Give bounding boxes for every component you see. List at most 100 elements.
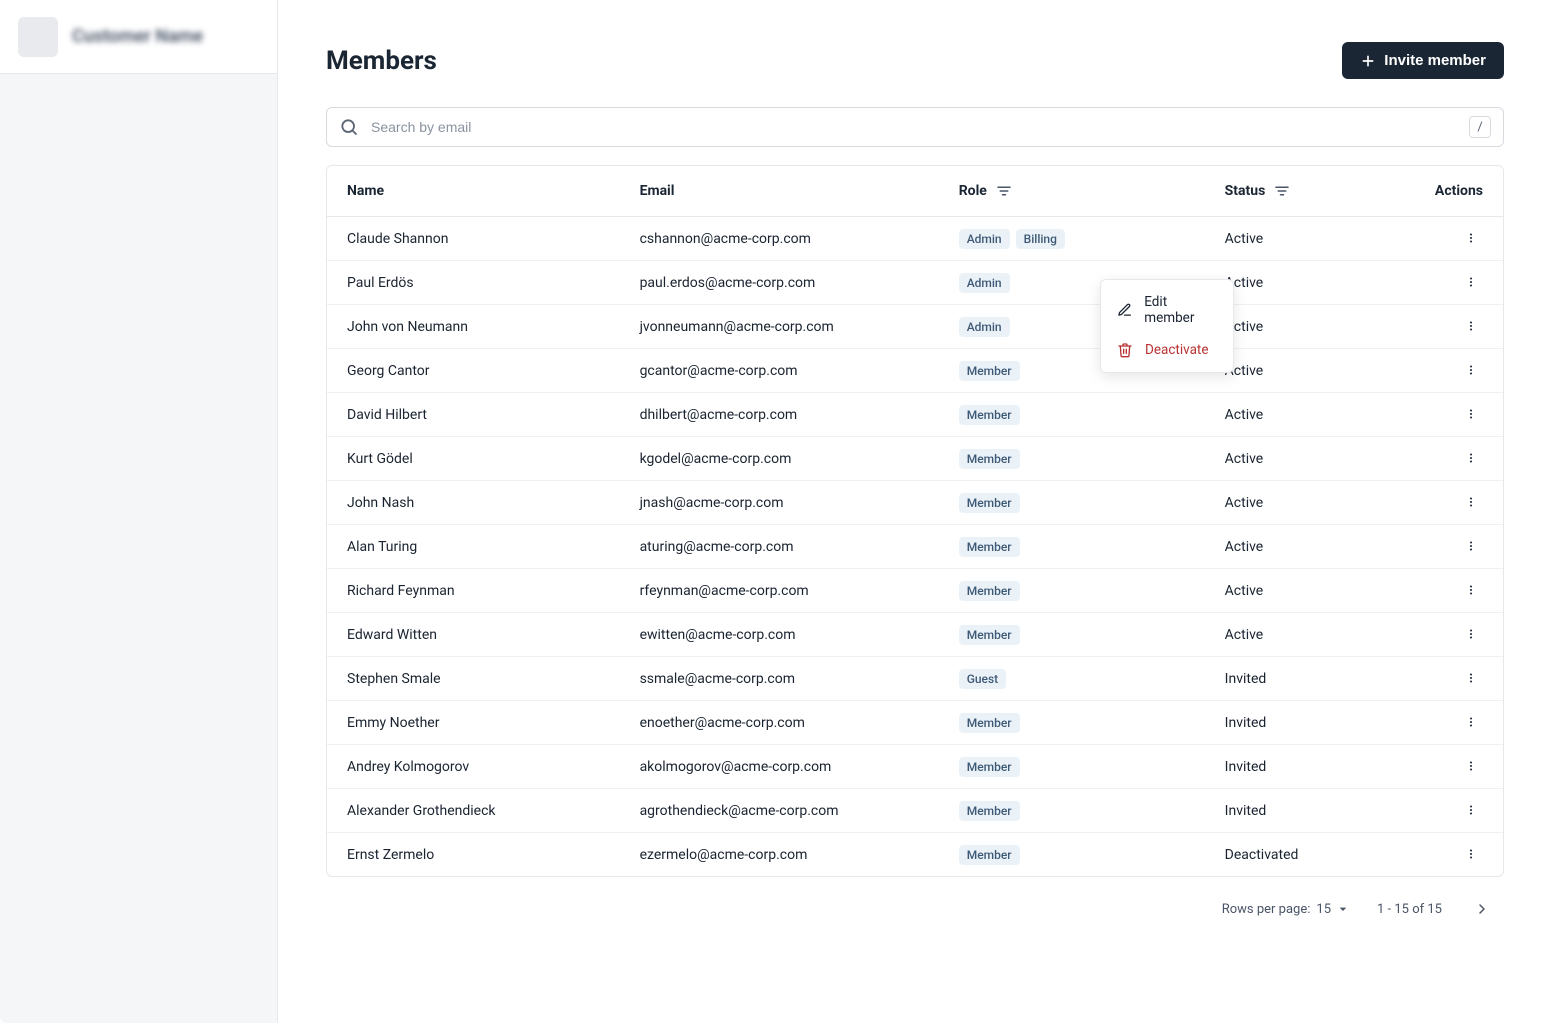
table-row: Claude Shannoncshannon@acme-corp.comAdmi…: [327, 217, 1503, 261]
cell-role: Member: [939, 481, 1205, 525]
cell-name: John Nash: [327, 481, 620, 525]
cell-email: ssmale@acme-corp.com: [620, 657, 939, 701]
cell-actions: [1404, 745, 1503, 789]
row-actions-button[interactable]: [1459, 798, 1483, 822]
cell-email: aturing@acme-corp.com: [620, 525, 939, 569]
th-name[interactable]: Name: [347, 183, 600, 199]
search-box[interactable]: /: [326, 107, 1504, 147]
kebab-icon: [1465, 273, 1477, 291]
menu-item-deactivate[interactable]: Deactivate: [1101, 334, 1233, 366]
cell-name: Kurt Gödel: [327, 437, 620, 481]
cell-role: Member: [939, 789, 1205, 833]
cell-actions: [1404, 261, 1503, 305]
cell-role: Member: [939, 569, 1205, 613]
table-row: Stephen Smalessmale@acme-corp.comGuestIn…: [327, 657, 1503, 701]
chevron-right-icon: [1474, 899, 1490, 919]
cell-actions: [1404, 701, 1503, 745]
row-actions-button[interactable]: [1459, 446, 1483, 470]
pagination-range: 1 - 15 of 15: [1377, 902, 1442, 917]
menu-item-deactivate-label: Deactivate: [1145, 342, 1209, 358]
row-actions-button[interactable]: [1459, 622, 1483, 646]
cell-role: Member: [939, 613, 1205, 657]
pagination: Rows per page: 15 1 - 15 of 15: [326, 877, 1504, 953]
row-actions-button[interactable]: [1459, 226, 1483, 250]
app-window: Customer Name Members Invite member / Na…: [0, 0, 1552, 1023]
cell-actions: [1404, 393, 1503, 437]
rows-per-page-select[interactable]: 15: [1316, 901, 1351, 917]
role-pill: Member: [959, 581, 1020, 601]
cell-role: Member: [939, 525, 1205, 569]
cell-name: Edward Witten: [327, 613, 620, 657]
cell-role: Member: [939, 437, 1205, 481]
kebab-icon: [1465, 801, 1477, 819]
row-context-menu: Edit member Deactivate: [1100, 279, 1234, 373]
role-pill: Member: [959, 537, 1020, 557]
role-pill: Admin: [959, 317, 1010, 337]
cell-actions: [1404, 833, 1503, 877]
row-actions-button[interactable]: [1459, 358, 1483, 382]
th-role[interactable]: Role: [959, 182, 1185, 200]
filter-icon[interactable]: [995, 182, 1013, 200]
cell-email: agrothendieck@acme-corp.com: [620, 789, 939, 833]
menu-item-edit-label: Edit member: [1144, 294, 1217, 326]
cell-email: dhilbert@acme-corp.com: [620, 393, 939, 437]
row-actions-button[interactable]: [1459, 578, 1483, 602]
th-status[interactable]: Status: [1225, 182, 1384, 200]
cell-name: Stephen Smale: [327, 657, 620, 701]
plus-icon: [1360, 53, 1376, 69]
kebab-icon: [1465, 537, 1477, 555]
sidebar-header: Customer Name: [0, 0, 277, 74]
cell-actions: [1404, 349, 1503, 393]
next-page-button[interactable]: [1468, 895, 1496, 923]
role-pill: Member: [959, 405, 1020, 425]
cell-actions: [1404, 525, 1503, 569]
cell-email: rfeynman@acme-corp.com: [620, 569, 939, 613]
role-pill: Member: [959, 361, 1020, 381]
kebab-icon: [1465, 757, 1477, 775]
cell-role: Member: [939, 393, 1205, 437]
invite-member-button[interactable]: Invite member: [1342, 42, 1504, 79]
members-table-card: Name Email Role Status Actions Claude Sh…: [326, 165, 1504, 877]
invite-member-label: Invite member: [1384, 52, 1486, 69]
row-actions-button[interactable]: [1459, 710, 1483, 734]
row-actions-button[interactable]: [1459, 270, 1483, 294]
cell-role: Member: [939, 745, 1205, 789]
row-actions-button[interactable]: [1459, 666, 1483, 690]
row-actions-button[interactable]: [1459, 490, 1483, 514]
role-pill: Member: [959, 757, 1020, 777]
search-icon: [339, 117, 359, 137]
filter-icon[interactable]: [1273, 182, 1291, 200]
row-actions-button[interactable]: [1459, 534, 1483, 558]
org-name: Customer Name: [72, 26, 203, 47]
cell-status: Active: [1205, 349, 1404, 393]
cell-name: Paul Erdös: [327, 261, 620, 305]
row-actions-button[interactable]: [1459, 842, 1483, 866]
table-row: Richard Feynmanrfeynman@acme-corp.comMem…: [327, 569, 1503, 613]
th-email[interactable]: Email: [640, 183, 919, 199]
table-row: David Hilbertdhilbert@acme-corp.comMembe…: [327, 393, 1503, 437]
cell-name: Ernst Zermelo: [327, 833, 620, 877]
cell-status: Active: [1205, 613, 1404, 657]
cell-status: Active: [1205, 437, 1404, 481]
role-pill: Admin: [959, 229, 1010, 249]
kebab-icon: [1465, 449, 1477, 467]
row-actions-button[interactable]: [1459, 314, 1483, 338]
row-actions-button[interactable]: [1459, 754, 1483, 778]
cell-name: Georg Cantor: [327, 349, 620, 393]
cell-actions: [1404, 481, 1503, 525]
row-actions-button[interactable]: [1459, 402, 1483, 426]
cell-email: jvonneumann@acme-corp.com: [620, 305, 939, 349]
cell-role: Member: [939, 701, 1205, 745]
kebab-icon: [1465, 581, 1477, 599]
table-row: Emmy Noetherenoether@acme-corp.comMember…: [327, 701, 1503, 745]
search-input[interactable]: [369, 118, 1469, 136]
trash-icon: [1117, 342, 1133, 358]
cell-email: jnash@acme-corp.com: [620, 481, 939, 525]
menu-item-edit-member[interactable]: Edit member: [1101, 286, 1233, 334]
kebab-icon: [1465, 405, 1477, 423]
cell-status: Deactivated: [1205, 833, 1404, 877]
cell-actions: [1404, 789, 1503, 833]
cell-email: ewitten@acme-corp.com: [620, 613, 939, 657]
pager-nav: [1468, 895, 1496, 923]
cell-name: Alan Turing: [327, 525, 620, 569]
